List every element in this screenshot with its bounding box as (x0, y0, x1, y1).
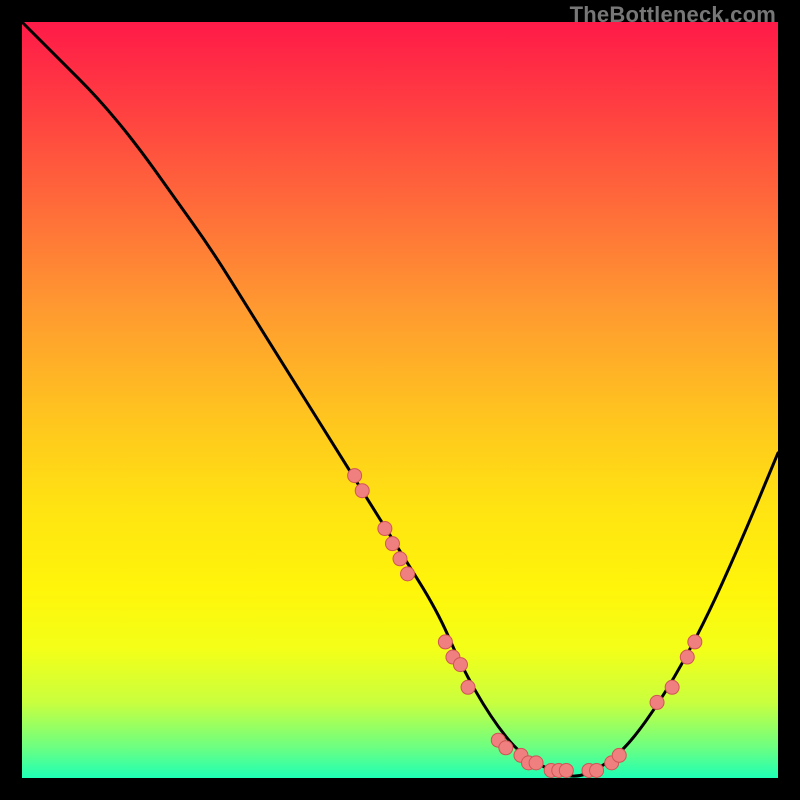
curve-marker (688, 635, 702, 649)
chart-frame (22, 22, 778, 778)
bottleneck-curve (22, 22, 778, 776)
chart-svg (22, 22, 778, 778)
curve-marker (461, 680, 475, 694)
curve-marker (393, 552, 407, 566)
curve-marker (499, 741, 513, 755)
curve-marker (348, 469, 362, 483)
curve-markers (348, 469, 702, 778)
curve-marker (559, 763, 573, 777)
curve-marker (612, 748, 626, 762)
curve-marker (453, 658, 467, 672)
curve-marker (665, 680, 679, 694)
watermark-text: TheBottleneck.com (570, 2, 776, 28)
curve-marker (590, 763, 604, 777)
curve-marker (680, 650, 694, 664)
curve-marker (401, 567, 415, 581)
curve-marker (385, 537, 399, 551)
curve-marker (438, 635, 452, 649)
curve-marker (650, 695, 664, 709)
curve-marker (378, 522, 392, 536)
curve-marker (529, 756, 543, 770)
curve-marker (355, 484, 369, 498)
